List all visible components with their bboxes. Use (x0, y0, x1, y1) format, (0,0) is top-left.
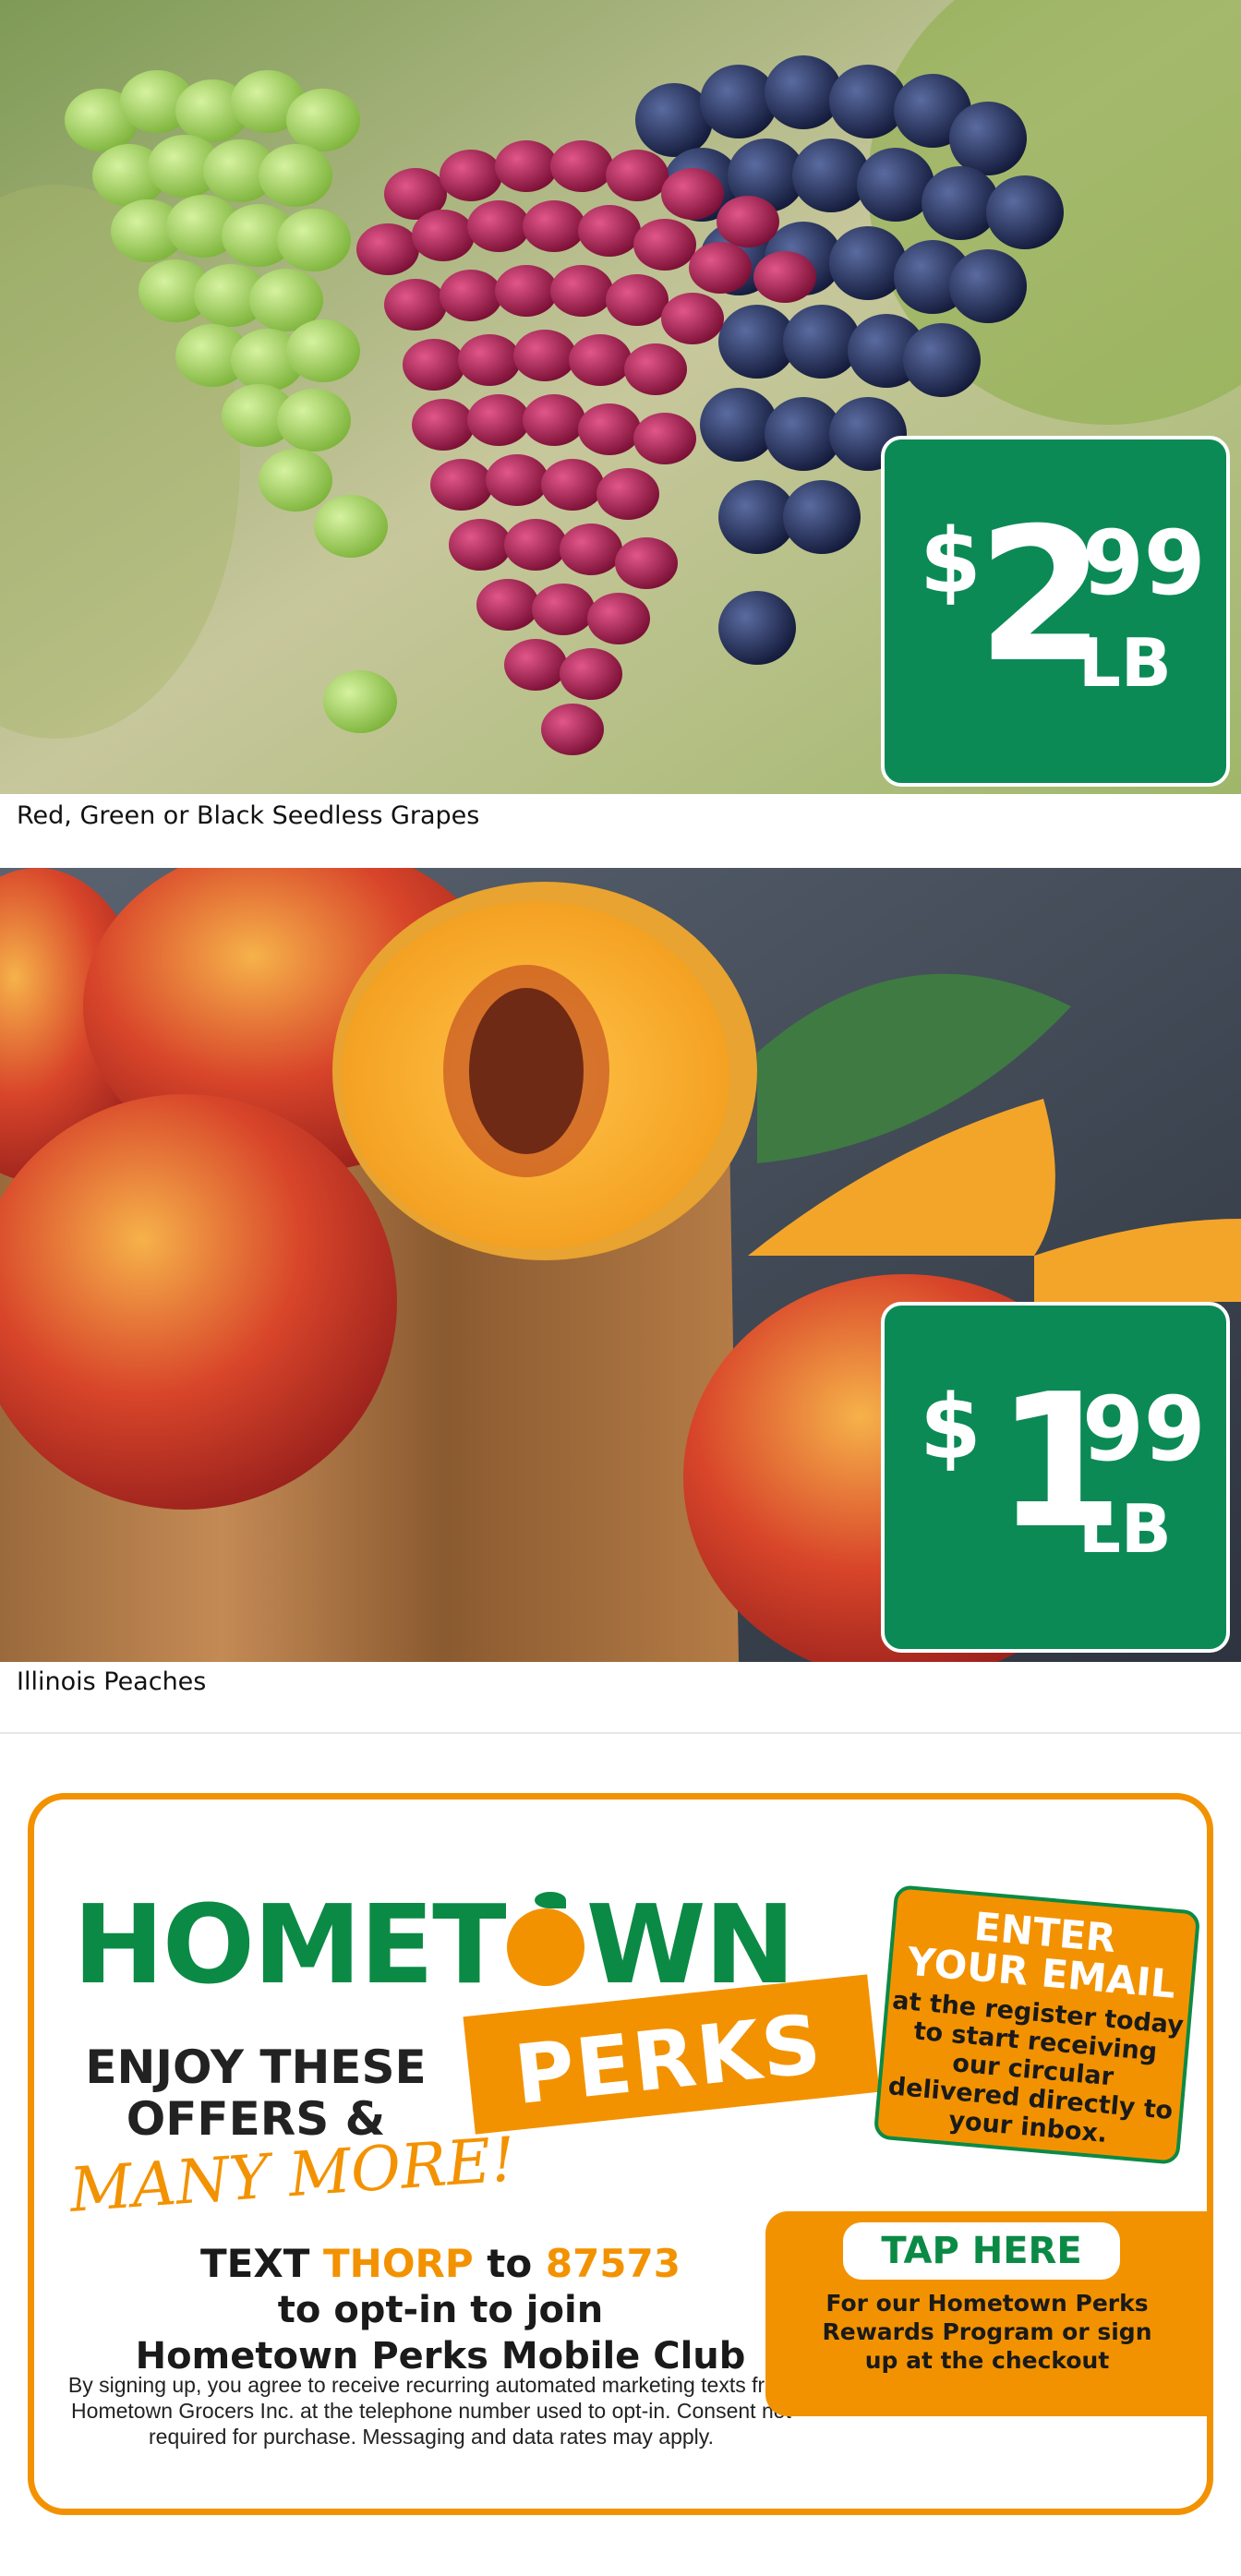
disclaimer-text: By signing up, you agree to receive recu… (67, 2373, 795, 2449)
keyword: THORP (323, 2241, 474, 2286)
orange-o-icon (506, 1892, 584, 1986)
enter-email-details: at the register today to start receiving… (886, 1986, 1186, 2149)
shortcode: 87573 (545, 2241, 681, 2286)
product-card-grapes[interactable]: $ 2 99 LB Red, Green or Black Seedless G… (0, 0, 1241, 864)
enjoy-offers-text: ENJOY THESE OFFERS & (71, 2041, 440, 2145)
price-cents: 99 (1082, 1378, 1206, 1481)
price-dollar-sign: $ (920, 510, 982, 613)
price-cents: 99 (1082, 512, 1206, 615)
price-unit: LB (1078, 1490, 1172, 1568)
text-word: TEXT (200, 2241, 310, 2286)
product-name: Illinois Peaches (17, 1667, 207, 1696)
price-tag-peaches: $ 1 99 LB (881, 1302, 1230, 1653)
tap-here-panel[interactable]: TAP HERE For our Hometown Perks Rewards … (765, 2211, 1209, 2416)
peaches-photo: $ 1 99 LB (0, 868, 1241, 1662)
grapes-photo: $ 2 99 LB (0, 0, 1241, 794)
section-divider (0, 1732, 1241, 1734)
hometown-perks-banner[interactable]: HOMET WN PERKS ENJOY THESE OFFERS & MANY … (28, 1793, 1213, 2515)
product-card-peaches[interactable]: $ 1 99 LB Illinois Peaches (0, 868, 1241, 1723)
text-keyword-line: TEXT THORP to 87573 (90, 2241, 791, 2286)
product-name: Red, Green or Black Seedless Grapes (17, 801, 480, 830)
tap-here-description: For our Hometown Perks Rewards Program o… (822, 2290, 1152, 2374)
hometown-logo: HOMET WN (73, 1890, 796, 1999)
price-tag-grapes: $ 2 99 LB (881, 436, 1230, 787)
price-dollar-sign: $ (920, 1376, 982, 1479)
logo-text-left: HOMET (73, 1881, 507, 2008)
enter-email-box: ENTER YOUR EMAIL at the register today t… (873, 1884, 1201, 2165)
tap-here-button[interactable]: TAP HERE (843, 2222, 1120, 2280)
optin-line: to opt-in to join (277, 2289, 604, 2331)
to-word: to (487, 2241, 533, 2286)
enjoy-line-1: ENJOY THESE (85, 2040, 427, 2094)
price-unit: LB (1078, 624, 1172, 702)
